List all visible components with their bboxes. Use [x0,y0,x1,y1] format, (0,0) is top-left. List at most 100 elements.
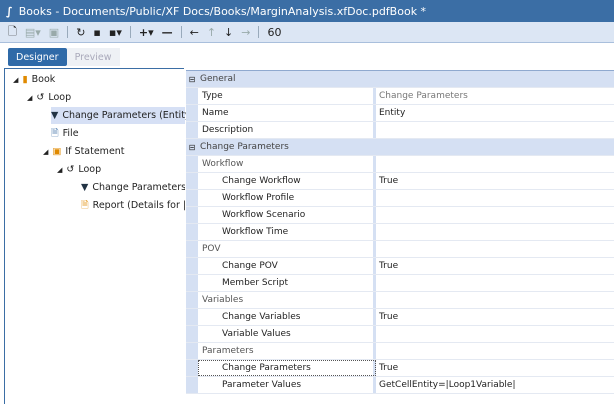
arrow-left-icon[interactable]: ← [190,26,199,39]
open-icon[interactable]: ▤▾ [25,26,41,39]
row-gutter [186,326,198,342]
window-icon[interactable]: ▣ [49,26,59,39]
subcategory-row[interactable]: Workflow [186,156,614,173]
property-name: Type [198,88,376,104]
row-gutter [186,88,198,104]
row-gutter [186,241,198,257]
property-value [376,241,614,257]
tree-node-change-parameters-entity[interactable]: ▼ Change Parameters (Entity) [51,107,194,124]
loop-icon: ↺ [36,92,45,103]
property-name: Workflow Time [198,224,376,240]
refresh-icon[interactable]: ↻ [76,26,85,39]
book-icon: ▮ [22,74,28,85]
property-value[interactable]: True [376,309,614,325]
row-gutter [186,275,198,291]
tree-node-book[interactable]: ◢ ▮ Book [13,71,55,88]
property-value[interactable]: True [376,173,614,189]
property-value[interactable]: Entity [376,105,614,121]
row-gutter [186,122,198,138]
property-value[interactable] [376,224,614,240]
property-value[interactable] [376,275,614,291]
property-row[interactable]: Workflow Scenario [186,207,614,224]
row-gutter [186,173,198,189]
property-value[interactable] [376,190,614,206]
property-value[interactable]: True [376,258,614,274]
property-value[interactable]: True [376,360,614,376]
property-value [376,71,614,87]
expand-icon[interactable]: ◢ [27,94,32,102]
tree-node-file[interactable]: 🗎 File [51,125,79,142]
tab-preview[interactable]: Preview [66,48,120,66]
arrow-right-icon[interactable]: → [241,26,250,39]
property-value [376,343,614,359]
save-as-icon[interactable]: ▪▾ [109,26,122,39]
tree-node-change-parameters-p[interactable]: ▼Change Parameters (P [81,179,185,196]
tree-node-report[interactable]: 🗎Report (Details for |!Pr [81,197,185,214]
filter-icon: ▼ [51,110,59,121]
property-row[interactable]: Change Variables True [186,309,614,326]
save-icon[interactable]: ▪ [93,26,100,39]
add-icon[interactable]: +▾ [139,26,154,39]
property-name: Name [198,105,376,121]
if-icon: ▣ [52,146,62,157]
property-value[interactable]: GetCellEntity=|Loop1Variable| [376,377,614,393]
property-row[interactable]: Variable Values [186,326,614,343]
filter-icon: ▼ [81,182,89,193]
subcategory-row[interactable]: Parameters [186,343,614,360]
property-value [376,292,614,308]
app-logo-icon: ∫ [6,4,13,18]
property-row[interactable]: Change POV True [186,258,614,275]
property-value[interactable] [376,122,614,138]
arrow-up-icon[interactable]: ↑ [207,26,216,39]
property-name: Workflow [198,156,376,172]
expand-icon[interactable]: ◢ [57,166,62,174]
row-gutter [186,105,198,121]
report-icon: 🗎 [81,199,89,211]
row-gutter [186,207,198,223]
expand-icon[interactable]: ◢ [13,76,18,84]
tree-node-if-statement[interactable]: ◢ ▣ If Statement [43,143,125,160]
property-row[interactable]: Workflow Profile [186,190,614,207]
property-name: Parameters [198,343,376,359]
property-grid: ⊟ General Type Change Parameters Name Entity D… [186,70,614,394]
separator [180,26,182,38]
new-icon[interactable]: 🗋 [8,23,17,42]
separator [129,26,131,38]
row-gutter [186,343,198,359]
property-row[interactable]: Name Entity [186,105,614,122]
property-row[interactable]: Type Change Parameters [186,88,614,105]
property-row[interactable]: Change Workflow True [186,173,614,190]
category-row[interactable]: ⊟ Change Parameters [186,139,614,156]
property-name: General [198,71,376,87]
remove-icon[interactable]: — [162,26,173,39]
property-row[interactable]: Change Parameters True [186,360,614,377]
property-row[interactable]: Description [186,122,614,139]
property-name: POV [198,241,376,257]
row-gutter [186,258,198,274]
property-value[interactable]: Change Parameters [376,88,614,104]
subcategory-row[interactable]: POV [186,241,614,258]
property-row[interactable]: Workflow Time [186,224,614,241]
row-gutter [186,292,198,308]
property-name: Change Workflow [198,173,376,189]
tree-node-loop[interactable]: ◢ ↺ Loop [27,89,71,106]
row-gutter [186,360,198,376]
property-name: Change Parameters [198,139,376,155]
tree-node-loop-inner[interactable]: ◢ ↺ Loop [57,161,101,178]
tab-designer[interactable]: Designer [8,48,67,66]
property-value[interactable] [376,207,614,223]
property-row[interactable]: Member Script [186,275,614,292]
subcategory-row[interactable]: Variables [186,292,614,309]
separator [67,26,69,38]
collapse-icon[interactable]: ⊟ [186,139,198,155]
property-row[interactable]: Parameter Values GetCellEntity=|Loop1Vari… [186,377,614,394]
collapse-icon[interactable]: ⊟ [186,71,198,87]
property-value[interactable] [376,326,614,342]
title-bar: ∫ Books - Documents/Public/XF Docs/Books… [0,0,614,22]
property-value [376,156,614,172]
expand-icon[interactable]: ◢ [43,148,48,156]
find-icon[interactable]: 60 [267,26,281,39]
property-name: Description [198,122,376,138]
arrow-down-icon[interactable]: ↓ [224,26,233,39]
category-row[interactable]: ⊟ General [186,71,614,88]
